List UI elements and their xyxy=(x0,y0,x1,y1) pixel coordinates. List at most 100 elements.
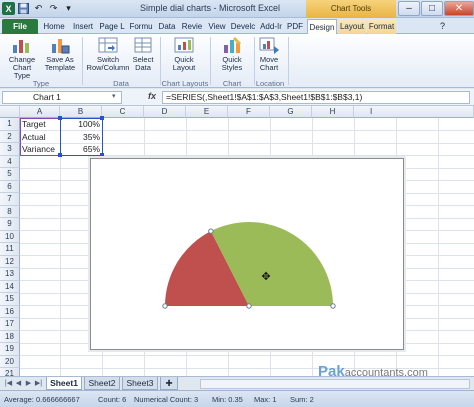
point-selection-marker[interactable] xyxy=(162,303,168,309)
undo-icon[interactable]: ↶ xyxy=(32,2,45,15)
row-header[interactable]: 4 xyxy=(0,155,20,168)
ribbon: Change Chart Type Save As Template Type … xyxy=(0,34,474,97)
row-header[interactable]: 20 xyxy=(0,355,20,368)
column-header[interactable]: C xyxy=(102,106,144,118)
sheet-tab-sheet1[interactable]: Sheet1 xyxy=(46,377,82,390)
status-average: Average: 0.666666667 xyxy=(4,395,80,404)
move-chart-label: Move Chart xyxy=(259,55,279,72)
row-header[interactable]: 11 xyxy=(0,243,20,256)
window-title: Simple dial charts - Microsoft Excel xyxy=(139,3,281,13)
worksheet-grid[interactable]: A B C D E F G H I 1 2 3 4 5 6 7 8 9 10 1… xyxy=(0,106,474,376)
row-header[interactable]: 13 xyxy=(0,268,20,281)
row-header[interactable]: 15 xyxy=(0,293,20,306)
point-selection-marker[interactable] xyxy=(330,303,336,309)
pie-slice-target[interactable] xyxy=(165,306,333,351)
select-data-label: Select Data xyxy=(132,55,154,72)
minimize-button[interactable]: – xyxy=(398,1,420,16)
range-handle[interactable] xyxy=(100,153,104,157)
move-chart-button[interactable]: Move Chart xyxy=(256,36,282,72)
save-as-template-button[interactable]: Save As Template xyxy=(42,36,78,72)
row-header[interactable]: 6 xyxy=(0,180,20,193)
tab-design[interactable]: Design xyxy=(307,19,337,34)
status-sum: Sum: 2 xyxy=(290,395,314,404)
column-header[interactable]: G xyxy=(270,106,312,118)
save-as-template-label: Save As Template xyxy=(44,55,76,72)
sheet-tab-sheet3[interactable]: Sheet3 xyxy=(122,377,158,390)
column-header[interactable]: D xyxy=(144,106,186,118)
row-header[interactable]: 2 xyxy=(0,130,20,143)
range-handle[interactable] xyxy=(100,116,104,120)
sheet-tab-sheet2[interactable]: Sheet2 xyxy=(84,377,120,390)
tab-insert[interactable]: Insert xyxy=(69,19,97,34)
insert-function-icon[interactable]: fx xyxy=(148,91,156,101)
template-icon xyxy=(49,36,71,54)
row-header[interactable]: 10 xyxy=(0,230,20,243)
horizontal-scrollbar[interactable] xyxy=(200,379,470,389)
tab-review[interactable]: Revie xyxy=(179,19,205,34)
column-header[interactable]: F xyxy=(228,106,270,118)
select-all-corner[interactable] xyxy=(0,106,20,118)
row-header[interactable]: 17 xyxy=(0,318,20,331)
group-divider xyxy=(254,37,255,85)
tab-add-ins[interactable]: Add-Ir xyxy=(258,19,284,34)
column-header[interactable]: I xyxy=(354,106,474,118)
tab-developer[interactable]: Develc xyxy=(229,19,257,34)
watermark-logo: Pakaccountants.com xyxy=(318,363,428,380)
column-header[interactable]: B xyxy=(60,106,102,118)
customize-toolbar-icon[interactable]: ▾ xyxy=(62,2,75,15)
row-header[interactable]: 7 xyxy=(0,193,20,206)
row-header[interactable]: 9 xyxy=(0,218,20,231)
tab-data[interactable]: Data xyxy=(156,19,178,34)
name-box-dropdown-icon[interactable]: ▾ xyxy=(112,92,116,100)
name-box[interactable]: Chart 1 xyxy=(2,91,122,104)
point-selection-marker[interactable] xyxy=(246,303,252,309)
tab-layout[interactable]: Layout xyxy=(338,19,366,34)
last-sheet-icon[interactable]: ▶| xyxy=(34,379,43,389)
help-icon[interactable]: ? xyxy=(440,21,445,31)
save-icon[interactable] xyxy=(17,2,30,15)
row-header[interactable]: 8 xyxy=(0,205,20,218)
row-header[interactable]: 14 xyxy=(0,280,20,293)
tab-pdf[interactable]: PDF xyxy=(285,19,305,34)
point-selection-marker[interactable] xyxy=(208,228,214,234)
prev-sheet-icon[interactable]: ◀ xyxy=(14,379,23,389)
formula-input[interactable]: =SERIES(,Sheet1!$A$1:$A$3,Sheet1!$B$1:$B… xyxy=(162,91,470,104)
row-header[interactable]: 16 xyxy=(0,305,20,318)
next-sheet-icon[interactable]: ▶ xyxy=(24,379,33,389)
quick-layout-label: Quick Layout xyxy=(172,55,196,72)
first-sheet-icon[interactable]: |◀ xyxy=(4,379,13,389)
maximize-button[interactable]: □ xyxy=(421,1,443,16)
group-divider xyxy=(160,37,161,85)
select-data-button[interactable]: Select Data xyxy=(130,36,156,72)
tab-formulas[interactable]: Formu xyxy=(127,19,155,34)
column-header[interactable]: H xyxy=(312,106,354,118)
range-handle[interactable] xyxy=(58,116,62,120)
dial-chart[interactable]: ✥ xyxy=(90,158,404,350)
column-header[interactable]: E xyxy=(186,106,228,118)
row-header[interactable]: 18 xyxy=(0,330,20,343)
group-data: Data xyxy=(113,79,129,88)
tab-home[interactable]: Home xyxy=(40,19,68,34)
chart-plot[interactable]: ✥ xyxy=(91,159,405,351)
select-data-icon xyxy=(132,36,154,54)
row-header[interactable]: 19 xyxy=(0,343,20,356)
column-header[interactable]: A xyxy=(20,106,60,118)
redo-icon[interactable]: ↷ xyxy=(47,2,60,15)
quick-styles-button[interactable]: Quick Styles xyxy=(214,36,250,72)
quick-layout-button[interactable]: Quick Layout xyxy=(164,36,204,72)
tab-view[interactable]: View xyxy=(206,19,228,34)
row-header[interactable]: 21 xyxy=(0,368,20,376)
row-header[interactable]: 3 xyxy=(0,143,20,156)
tab-file[interactable]: File xyxy=(2,19,38,34)
tab-page-layout[interactable]: Page L xyxy=(98,19,126,34)
excel-logo-icon[interactable]: X xyxy=(2,2,15,15)
row-header[interactable]: 12 xyxy=(0,255,20,268)
insert-sheet-icon[interactable]: ✚ xyxy=(160,377,178,390)
switch-row-column-button[interactable]: Switch Row/Column xyxy=(86,36,130,72)
change-chart-type-button[interactable]: Change Chart Type xyxy=(4,36,40,80)
close-button[interactable]: ✕ xyxy=(444,1,474,16)
row-header[interactable]: 1 xyxy=(0,118,20,131)
range-handle[interactable] xyxy=(58,153,62,157)
row-header[interactable]: 5 xyxy=(0,168,20,181)
tab-format[interactable]: Format xyxy=(367,19,396,34)
